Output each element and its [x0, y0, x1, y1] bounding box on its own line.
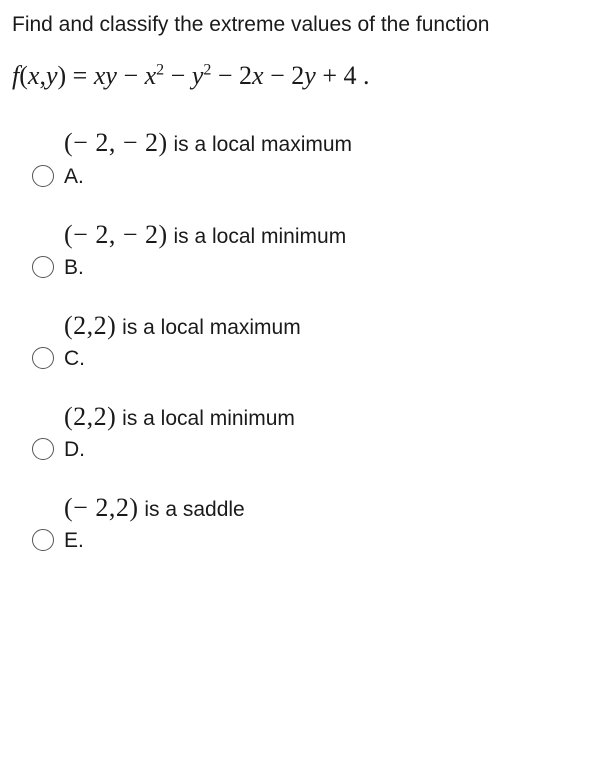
- option-letter: B.: [64, 256, 346, 280]
- radio-icon[interactable]: [32, 529, 54, 551]
- option-desc: is a saddle: [138, 498, 244, 521]
- radio-icon[interactable]: [32, 438, 54, 460]
- option-letter: D.: [64, 438, 295, 462]
- option-c[interactable]: (2,2) is a local maximum C.: [32, 310, 578, 371]
- option-answer: (− 2,2) is a saddle: [64, 492, 245, 523]
- option-body: (2,2) is a local maximum C.: [64, 310, 301, 371]
- option-body: (2,2) is a local minimum D.: [64, 401, 295, 462]
- option-math: (− 2, − 2): [64, 220, 168, 249]
- option-desc: is a local maximum: [116, 316, 300, 339]
- function-equation: f(x,y) = xy − x2 − y2 − 2x − 2y + 4 .: [12, 61, 578, 91]
- function-lhs: f(x,y): [12, 61, 66, 90]
- option-letter: C.: [64, 347, 301, 371]
- option-body: (− 2, − 2) is a local minimum B.: [64, 219, 346, 280]
- function-rhs: xy − x2 − y2 − 2x − 2y + 4 .: [94, 61, 370, 90]
- option-answer: (− 2, − 2) is a local maximum: [64, 127, 352, 158]
- option-math: (2,2): [64, 311, 116, 340]
- option-desc: is a local minimum: [116, 407, 295, 430]
- option-answer: (− 2, − 2) is a local minimum: [64, 219, 346, 250]
- option-letter: E.: [64, 529, 245, 553]
- options-group: (− 2, − 2) is a local maximum A. (− 2, −…: [12, 127, 578, 553]
- equals-sign: =: [73, 61, 94, 90]
- option-math: (2,2): [64, 402, 116, 431]
- radio-icon[interactable]: [32, 256, 54, 278]
- option-body: (− 2,2) is a saddle E.: [64, 492, 245, 553]
- option-b[interactable]: (− 2, − 2) is a local minimum B.: [32, 219, 578, 280]
- question-prompt: Find and classify the extreme values of …: [12, 10, 578, 39]
- option-d[interactable]: (2,2) is a local minimum D.: [32, 401, 578, 462]
- radio-icon[interactable]: [32, 165, 54, 187]
- option-desc: is a local maximum: [168, 133, 352, 156]
- option-desc: is a local minimum: [168, 225, 347, 248]
- option-answer: (2,2) is a local maximum: [64, 310, 301, 341]
- option-a[interactable]: (− 2, − 2) is a local maximum A.: [32, 127, 578, 188]
- option-body: (− 2, − 2) is a local maximum A.: [64, 127, 352, 188]
- option-math: (− 2, − 2): [64, 128, 168, 157]
- option-answer: (2,2) is a local minimum: [64, 401, 295, 432]
- option-e[interactable]: (− 2,2) is a saddle E.: [32, 492, 578, 553]
- option-letter: A.: [64, 165, 352, 189]
- option-math: (− 2,2): [64, 493, 138, 522]
- radio-icon[interactable]: [32, 347, 54, 369]
